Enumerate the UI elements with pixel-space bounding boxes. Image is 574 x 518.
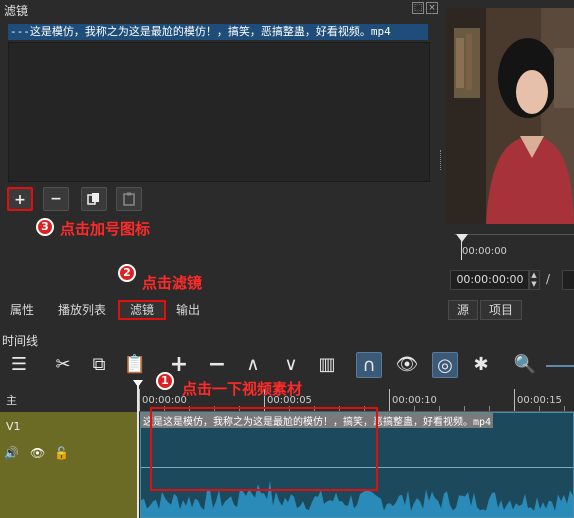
tab-properties[interactable]: 属性 bbox=[0, 300, 45, 320]
v1-track-header[interactable]: V1 🔊 👁 🔓 bbox=[0, 412, 137, 518]
filters-panel-title: 滤镜 bbox=[4, 4, 29, 18]
timecode-input[interactable]: 00:00:00:00 bbox=[450, 270, 530, 290]
cut-icon[interactable]: ✂ bbox=[50, 352, 76, 378]
total-duration-field bbox=[562, 270, 574, 290]
ruler-label-0: 00:00:00 bbox=[142, 395, 187, 406]
zoom-out-icon[interactable]: 🔍 bbox=[512, 352, 538, 378]
tab-export[interactable]: 输出 bbox=[166, 300, 211, 320]
ruler-tick bbox=[514, 389, 515, 411]
timecode-separator: / bbox=[546, 272, 551, 286]
ruler-tick bbox=[389, 389, 390, 411]
overwrite-icon[interactable]: ∨ bbox=[278, 352, 304, 378]
add-filter-button[interactable]: + bbox=[7, 187, 33, 211]
step3-annotation: 点击加号图标 bbox=[60, 220, 151, 238]
tab-source[interactable]: 源 bbox=[448, 300, 479, 320]
snap-icon[interactable]: ∩ bbox=[356, 352, 382, 378]
zoom-slider[interactable] bbox=[546, 365, 574, 367]
ruler-minor-tick bbox=[414, 406, 415, 411]
hide-track-icon[interactable]: 👁 bbox=[30, 446, 45, 460]
timeline-title: 时间线 bbox=[2, 334, 39, 348]
step2-badge: 2 bbox=[118, 264, 136, 282]
v1-track-label: V1 bbox=[6, 420, 21, 433]
filters-panel: 滤镜 ⬚ × ---这是模仿，我称之为这是最尬的模仿！，搞笑，恶搞整蛊，好看视频… bbox=[0, 0, 442, 320]
remove-filter-button[interactable]: − bbox=[43, 187, 69, 211]
video-preview bbox=[446, 8, 574, 224]
scrub-icon[interactable]: 👁 bbox=[394, 352, 420, 378]
filter-list[interactable] bbox=[8, 42, 430, 182]
ruler-label-15: 00:00:15 bbox=[517, 395, 562, 406]
tab-playlist[interactable]: 播放列表 bbox=[48, 300, 117, 320]
clip-highlight-box bbox=[150, 407, 378, 491]
ruler-minor-tick bbox=[564, 406, 565, 411]
tab-filters[interactable]: 滤镜 bbox=[118, 300, 167, 320]
step1-badge: 1 bbox=[156, 372, 174, 390]
paste-filter-button[interactable] bbox=[116, 187, 142, 211]
copy-icon bbox=[87, 193, 99, 205]
player-panel: 00:00:00 00:00:00:00 ▲ ▼ / 源 项目 bbox=[442, 0, 574, 320]
ripple-all-icon[interactable]: ✱ bbox=[468, 352, 494, 378]
tab-project[interactable]: 项目 bbox=[480, 300, 523, 320]
master-track-label: 主 bbox=[6, 394, 17, 407]
remove-icon[interactable]: − bbox=[204, 352, 230, 378]
ruler-tick bbox=[139, 389, 140, 411]
player-ruler-label: 00:00:00 bbox=[462, 246, 507, 257]
player-playhead-icon[interactable] bbox=[456, 234, 468, 242]
video-frame-image bbox=[446, 8, 574, 224]
split-icon[interactable]: ▥ bbox=[314, 352, 340, 378]
clipboard-icon bbox=[123, 192, 135, 206]
lock-icon[interactable]: 🔓 bbox=[54, 446, 69, 460]
step2-annotation: 点击滤镜 bbox=[142, 274, 203, 292]
float-panel-icon[interactable]: ⬚ bbox=[412, 2, 424, 14]
copy-filter-button[interactable] bbox=[81, 187, 107, 211]
menu-icon[interactable]: ☰ bbox=[6, 352, 32, 378]
timeline-toolbar: ☰ ✂ ⧉ 📋 + − ∧ ∨ ▥ ∩ 👁 ◎ ✱ 🔍 bbox=[0, 348, 574, 382]
current-file-label: ---这是模仿，我称之为这是最尬的模仿！，搞笑，恶搞整蛊，好看视频。mp4 bbox=[8, 24, 428, 40]
step1-annotation: 点击一下视频素材 bbox=[182, 380, 303, 398]
ruler-minor-tick bbox=[439, 406, 440, 411]
timeline-playhead[interactable] bbox=[137, 386, 139, 518]
ruler-minor-tick bbox=[464, 406, 465, 411]
ruler-label-10: 00:00:10 bbox=[392, 395, 437, 406]
close-panel-icon[interactable]: × bbox=[426, 2, 438, 14]
ruler-minor-tick bbox=[539, 406, 540, 411]
paste-icon[interactable]: 📋 bbox=[122, 352, 148, 378]
step3-badge: 3 bbox=[36, 218, 54, 236]
mute-icon[interactable]: 🔊 bbox=[4, 446, 19, 460]
timecode-spinner[interactable]: ▲ ▼ bbox=[528, 270, 540, 290]
lift-icon[interactable]: ∧ bbox=[240, 352, 266, 378]
ripple-icon[interactable]: ◎ bbox=[432, 352, 458, 378]
copy-icon[interactable]: ⧉ bbox=[86, 352, 112, 378]
ruler-minor-tick bbox=[489, 406, 490, 411]
track-headers: 主 V1 🔊 👁 🔓 bbox=[0, 386, 137, 518]
